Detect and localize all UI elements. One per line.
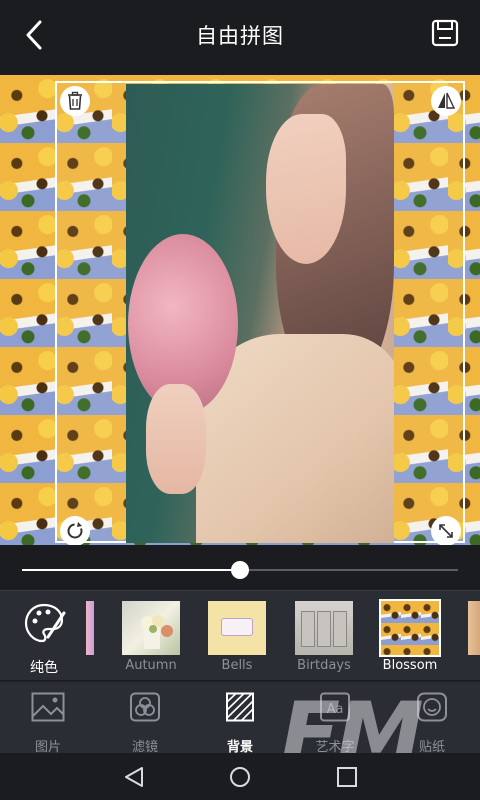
- background-thumb-partial[interactable]: [468, 601, 480, 655]
- trash-icon: [68, 91, 82, 110]
- background-thumb-autumn[interactable]: [122, 601, 180, 655]
- flowers-image: [141, 615, 173, 649]
- card-image: [221, 618, 253, 636]
- rotate-icon: [67, 522, 83, 539]
- door-shape: [317, 611, 331, 647]
- background-thumb-partial[interactable]: [86, 601, 94, 655]
- image-icon: [31, 692, 65, 722]
- background-label-bells: Bells: [221, 658, 253, 673]
- solid-color-option[interactable]: 纯色: [14, 599, 74, 679]
- nav-recent-icon[interactable]: [335, 765, 359, 789]
- nav-back-icon[interactable]: [122, 765, 146, 789]
- background-icon: [226, 692, 254, 722]
- tab-background[interactable]: 背景: [205, 690, 275, 755]
- solid-color-label: 纯色: [30, 660, 58, 676]
- resize-button[interactable]: [431, 516, 461, 546]
- background-thumb-birtdays[interactable]: [295, 601, 353, 655]
- slider-fill: [22, 569, 240, 571]
- rotate-button[interactable]: [60, 516, 90, 546]
- resize-icon: [439, 524, 453, 538]
- save-button[interactable]: [430, 18, 460, 48]
- background-thumb-bells[interactable]: [208, 601, 266, 655]
- background-label-blossom: Blossom: [382, 658, 438, 673]
- background-thumb-blossom[interactable]: [379, 599, 441, 657]
- photo-hand: [146, 384, 206, 494]
- flip-icon: [438, 92, 456, 109]
- top-bar: 自由拼图: [0, 0, 480, 70]
- tab-photo[interactable]: 图片: [13, 690, 83, 755]
- palette-icon: [24, 603, 66, 643]
- filter-icon: [130, 692, 160, 722]
- photo-face: [266, 114, 346, 264]
- tab-filter[interactable]: 滤镜: [110, 690, 180, 755]
- collage-photo[interactable]: [126, 84, 394, 543]
- nav-home-icon[interactable]: [228, 765, 252, 789]
- door-shape: [301, 611, 315, 647]
- save-icon: [431, 19, 459, 47]
- background-picker: 纯色 Autumn Bells Birtdays Blossom: [0, 590, 480, 680]
- door-shape: [333, 611, 347, 647]
- page-title: 自由拼图: [196, 24, 284, 48]
- system-nav-bar: [0, 753, 480, 800]
- size-slider-area: [0, 545, 480, 590]
- flip-button[interactable]: [431, 86, 461, 116]
- delete-button[interactable]: [60, 86, 90, 116]
- background-label-birtdays: Birtdays: [297, 658, 351, 673]
- slider-thumb[interactable]: [231, 561, 249, 579]
- background-label-autumn: Autumn: [125, 658, 177, 673]
